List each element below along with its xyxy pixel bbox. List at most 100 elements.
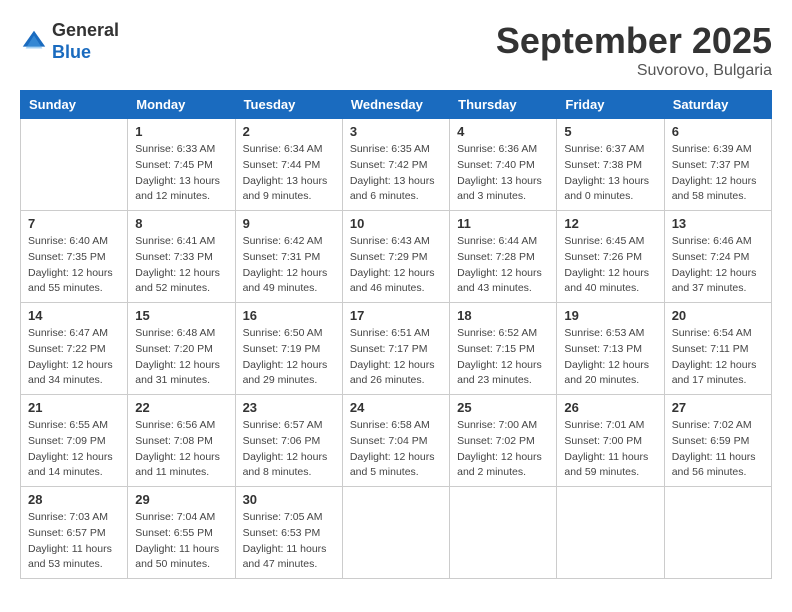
calendar-cell: 26 Sunrise: 7:01 AMSunset: 7:00 PMDayligh… xyxy=(557,395,664,487)
week-row-0: 1 Sunrise: 6:33 AMSunset: 7:45 PMDaylight… xyxy=(21,119,772,211)
day-number: 11 xyxy=(457,216,549,231)
title-section: September 2025 Suvorovo, Bulgaria xyxy=(496,20,772,80)
calendar-cell: 9Sunrise: 6:42 AMSunset: 7:31 PMDaylight… xyxy=(235,211,342,303)
calendar-cell: 8Sunrise: 6:41 AMSunset: 7:33 PMDaylight… xyxy=(128,211,235,303)
day-number: 22 xyxy=(135,400,227,415)
calendar-cell: 28 Sunrise: 7:03 AMSunset: 6:57 PMDayligh… xyxy=(21,487,128,579)
day-info: Sunrise: 6:42 AMSunset: 7:31 PMDaylight:… xyxy=(243,234,335,297)
calendar-cell: 6Sunrise: 6:39 AMSunset: 7:37 PMDaylight… xyxy=(664,119,771,211)
location: Suvorovo, Bulgaria xyxy=(496,62,772,80)
day-number: 5 xyxy=(564,124,656,139)
page-header: General Blue September 2025 Suvorovo, Bu… xyxy=(20,20,772,80)
calendar-cell xyxy=(450,487,557,579)
calendar-cell: 16 Sunrise: 6:50 AMSunset: 7:19 PMDayligh… xyxy=(235,303,342,395)
calendar-cell: 13 Sunrise: 6:46 AMSunset: 7:24 PMDayligh… xyxy=(664,211,771,303)
day-number: 3 xyxy=(350,124,442,139)
day-number: 1 xyxy=(135,124,227,139)
day-info: Sunrise: 6:56 AMSunset: 7:08 PMDaylight:… xyxy=(135,418,227,481)
weekday-header-sunday: Sunday xyxy=(21,91,128,119)
day-number: 25 xyxy=(457,400,549,415)
calendar-cell: 1 Sunrise: 6:33 AMSunset: 7:45 PMDaylight… xyxy=(128,119,235,211)
day-number: 10 xyxy=(350,216,442,231)
day-info: Sunrise: 7:04 AMSunset: 6:55 PMDaylight:… xyxy=(135,510,227,573)
day-info: Sunrise: 6:51 AMSunset: 7:17 PMDaylight:… xyxy=(350,326,442,389)
day-number: 7 xyxy=(28,216,120,231)
day-number: 18 xyxy=(457,308,549,323)
day-info: Sunrise: 6:34 AMSunset: 7:44 PMDaylight:… xyxy=(243,142,335,205)
day-info: Sunrise: 6:37 AMSunset: 7:38 PMDaylight:… xyxy=(564,142,656,205)
day-number: 14 xyxy=(28,308,120,323)
calendar-cell xyxy=(664,487,771,579)
day-number: 27 xyxy=(672,400,764,415)
calendar-cell xyxy=(21,119,128,211)
weekday-header-wednesday: Wednesday xyxy=(342,91,449,119)
day-number: 13 xyxy=(672,216,764,231)
day-info: Sunrise: 6:57 AMSunset: 7:06 PMDaylight:… xyxy=(243,418,335,481)
day-info: Sunrise: 6:55 AMSunset: 7:09 PMDaylight:… xyxy=(28,418,120,481)
calendar-cell xyxy=(557,487,664,579)
week-row-2: 14Sunrise: 6:47 AMSunset: 7:22 PMDayligh… xyxy=(21,303,772,395)
day-number: 15 xyxy=(135,308,227,323)
weekday-header-saturday: Saturday xyxy=(664,91,771,119)
day-info: Sunrise: 6:46 AMSunset: 7:24 PMDaylight:… xyxy=(672,234,764,297)
day-info: Sunrise: 6:36 AMSunset: 7:40 PMDaylight:… xyxy=(457,142,549,205)
calendar-cell: 20 Sunrise: 6:54 AMSunset: 7:11 PMDayligh… xyxy=(664,303,771,395)
calendar-cell: 3 Sunrise: 6:35 AMSunset: 7:42 PMDaylight… xyxy=(342,119,449,211)
calendar-cell: 12Sunrise: 6:45 AMSunset: 7:26 PMDayligh… xyxy=(557,211,664,303)
day-number: 29 xyxy=(135,492,227,507)
day-number: 24 xyxy=(350,400,442,415)
day-info: Sunrise: 6:58 AMSunset: 7:04 PMDaylight:… xyxy=(350,418,442,481)
month-title: September 2025 xyxy=(496,20,772,62)
week-row-4: 28 Sunrise: 7:03 AMSunset: 6:57 PMDayligh… xyxy=(21,487,772,579)
day-number: 19 xyxy=(564,308,656,323)
day-info: Sunrise: 6:40 AMSunset: 7:35 PMDaylight:… xyxy=(28,234,120,297)
calendar-cell: 27Sunrise: 7:02 AMSunset: 6:59 PMDayligh… xyxy=(664,395,771,487)
day-number: 28 xyxy=(28,492,120,507)
calendar-cell: 2 Sunrise: 6:34 AMSunset: 7:44 PMDaylight… xyxy=(235,119,342,211)
calendar-cell: 23 Sunrise: 6:57 AMSunset: 7:06 PMDayligh… xyxy=(235,395,342,487)
logo-general-text: General xyxy=(52,20,119,42)
calendar-cell: 11 Sunrise: 6:44 AMSunset: 7:28 PMDayligh… xyxy=(450,211,557,303)
day-info: Sunrise: 7:03 AMSunset: 6:57 PMDaylight:… xyxy=(28,510,120,573)
day-info: Sunrise: 6:52 AMSunset: 7:15 PMDaylight:… xyxy=(457,326,549,389)
calendar-table: SundayMondayTuesdayWednesdayThursdayFrid… xyxy=(20,90,772,579)
day-number: 8 xyxy=(135,216,227,231)
logo: General Blue xyxy=(20,20,119,63)
day-number: 6 xyxy=(672,124,764,139)
weekday-header-monday: Monday xyxy=(128,91,235,119)
day-info: Sunrise: 6:54 AMSunset: 7:11 PMDaylight:… xyxy=(672,326,764,389)
weekday-header-thursday: Thursday xyxy=(450,91,557,119)
day-number: 2 xyxy=(243,124,335,139)
day-number: 30 xyxy=(243,492,335,507)
calendar-cell: 24 Sunrise: 6:58 AMSunset: 7:04 PMDayligh… xyxy=(342,395,449,487)
calendar-cell xyxy=(342,487,449,579)
logo-icon xyxy=(20,28,48,56)
week-row-3: 21Sunrise: 6:55 AMSunset: 7:09 PMDayligh… xyxy=(21,395,772,487)
calendar-cell: 29 Sunrise: 7:04 AMSunset: 6:55 PMDayligh… xyxy=(128,487,235,579)
day-info: Sunrise: 6:44 AMSunset: 7:28 PMDaylight:… xyxy=(457,234,549,297)
day-info: Sunrise: 7:01 AMSunset: 7:00 PMDaylight:… xyxy=(564,418,656,481)
day-info: Sunrise: 6:43 AMSunset: 7:29 PMDaylight:… xyxy=(350,234,442,297)
weekday-header-row: SundayMondayTuesdayWednesdayThursdayFrid… xyxy=(21,91,772,119)
calendar-cell: 18 Sunrise: 6:52 AMSunset: 7:15 PMDayligh… xyxy=(450,303,557,395)
calendar-cell: 5 Sunrise: 6:37 AMSunset: 7:38 PMDaylight… xyxy=(557,119,664,211)
day-number: 17 xyxy=(350,308,442,323)
day-info: Sunrise: 7:00 AMSunset: 7:02 PMDaylight:… xyxy=(457,418,549,481)
day-number: 26 xyxy=(564,400,656,415)
day-number: 16 xyxy=(243,308,335,323)
day-info: Sunrise: 6:50 AMSunset: 7:19 PMDaylight:… xyxy=(243,326,335,389)
day-info: Sunrise: 6:53 AMSunset: 7:13 PMDaylight:… xyxy=(564,326,656,389)
day-info: Sunrise: 6:48 AMSunset: 7:20 PMDaylight:… xyxy=(135,326,227,389)
calendar-cell: 19 Sunrise: 6:53 AMSunset: 7:13 PMDayligh… xyxy=(557,303,664,395)
day-info: Sunrise: 6:35 AMSunset: 7:42 PMDaylight:… xyxy=(350,142,442,205)
day-number: 20 xyxy=(672,308,764,323)
week-row-1: 7 Sunrise: 6:40 AMSunset: 7:35 PMDaylight… xyxy=(21,211,772,303)
calendar-cell: 15 Sunrise: 6:48 AMSunset: 7:20 PMDayligh… xyxy=(128,303,235,395)
calendar-cell: 22 Sunrise: 6:56 AMSunset: 7:08 PMDayligh… xyxy=(128,395,235,487)
day-info: Sunrise: 6:33 AMSunset: 7:45 PMDaylight:… xyxy=(135,142,227,205)
day-number: 23 xyxy=(243,400,335,415)
day-number: 4 xyxy=(457,124,549,139)
day-info: Sunrise: 6:45 AMSunset: 7:26 PMDaylight:… xyxy=(564,234,656,297)
calendar-cell: 21Sunrise: 6:55 AMSunset: 7:09 PMDayligh… xyxy=(21,395,128,487)
logo-text: General Blue xyxy=(52,20,119,63)
